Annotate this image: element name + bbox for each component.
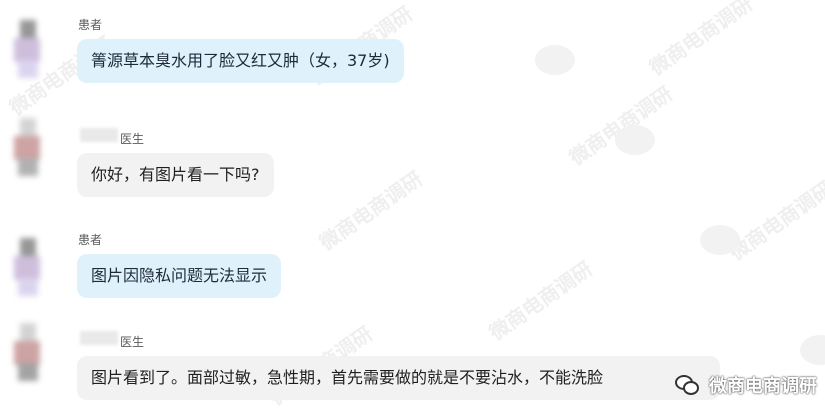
blurred-name <box>80 128 118 142</box>
watermark-text: 微商电商调研 <box>644 0 757 80</box>
watermark-text: 微商电商调研 <box>484 256 597 345</box>
watermark-text: 微商电商调研 <box>314 166 427 255</box>
message-bubble: 图片因隐私问题无法显示 <box>77 254 282 298</box>
message-bubble: 图片看到了。面部过敏，急性期，首先需要做的就是不要沾水，不能洗脸 <box>77 356 720 400</box>
avatar <box>14 323 46 385</box>
watermark-badge: 微商电商调研 <box>675 372 817 398</box>
sender-name: 医生 <box>120 335 145 349</box>
avatar <box>14 238 46 300</box>
message-bubble: 你好，有图片看一下吗? <box>77 153 274 197</box>
wechat-icon <box>675 373 703 397</box>
watermark-text: 微商电商调研 <box>564 81 677 170</box>
blurred-name <box>80 331 118 345</box>
wechat-icon <box>800 335 825 365</box>
wechat-icon <box>615 125 655 155</box>
avatar <box>14 118 46 180</box>
watermark-text: 微商电商调研 <box>724 176 825 265</box>
wechat-icon <box>700 225 740 255</box>
sender-name: 医生 <box>120 132 145 146</box>
wechat-icon <box>535 45 575 75</box>
watermark-text: 微商电商调研 <box>709 376 817 397</box>
message-bubble: 箐源草本臭水用了脸又红又肿（女，37岁) <box>77 39 404 83</box>
sender-name: 患者 <box>78 233 103 247</box>
sender-name: 患者 <box>78 18 103 32</box>
avatar <box>14 20 46 82</box>
